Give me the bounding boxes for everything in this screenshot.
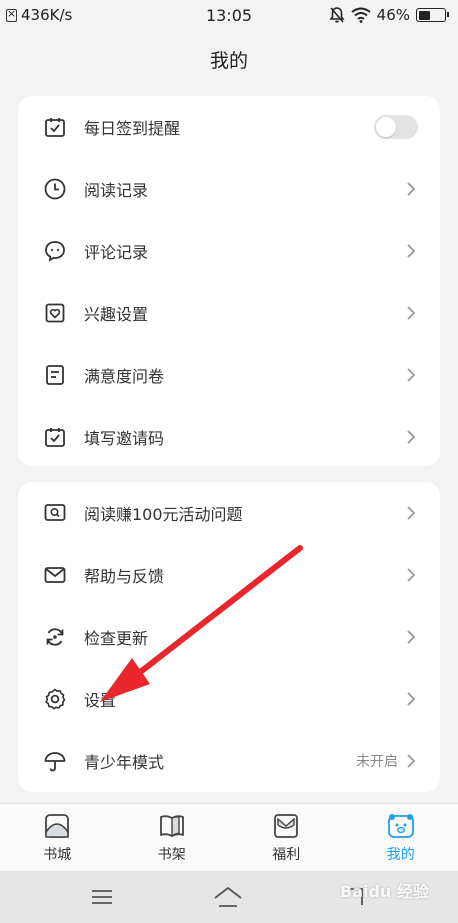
bear-face-icon — [387, 813, 414, 838]
tab-label: 福利 — [272, 846, 301, 863]
chevron-right-icon — [404, 627, 418, 647]
teen-mode-status: 未开启 — [356, 754, 398, 770]
menu-item-settings[interactable]: 设置 — [18, 668, 440, 730]
tab-bookshelf[interactable]: 书架 — [115, 804, 230, 871]
menu-item-label: 兴趣设置 — [84, 305, 149, 324]
menu-item-check-update[interactable]: 检查更新 — [18, 606, 440, 668]
wifi-icon — [351, 7, 371, 23]
menu-item-label: 青少年模式 — [84, 753, 165, 772]
menu-item-checkin-reminder: 每日签到提醒 — [18, 96, 440, 158]
settings-group-1: 每日签到提醒 阅读记录 评论记录 兴趣设置 满意度问卷 填写邀请码 — [18, 96, 440, 466]
clock-icon — [42, 176, 68, 202]
battery-icon — [416, 8, 449, 22]
chevron-right-icon — [404, 565, 418, 585]
menu-item-label: 满意度问卷 — [84, 367, 165, 386]
menu-item-interest-settings[interactable]: 兴趣设置 — [18, 282, 440, 344]
home-icon — [45, 813, 70, 838]
menu-item-help-feedback[interactable]: 帮助与反馈 — [18, 544, 440, 606]
envelope-icon — [274, 813, 299, 838]
menu-item-label: 每日签到提醒 — [84, 119, 181, 138]
baidu-watermark: Baidu 经验 — [340, 882, 429, 901]
menu-item-label: 阅读记录 — [84, 181, 149, 200]
menu-item-label: 设置 — [84, 691, 117, 710]
search-screen-icon — [42, 500, 68, 526]
menu-item-label: 阅读赚100元活动问题 — [84, 505, 243, 524]
checkin-reminder-toggle[interactable] — [374, 115, 418, 139]
chevron-right-icon — [404, 179, 418, 199]
menu-item-teen-mode[interactable]: 青少年模式 未开启 — [18, 730, 440, 792]
page-header: 我的 — [0, 30, 458, 88]
chevron-right-icon — [404, 503, 418, 523]
menu-item-label: 帮助与反馈 — [84, 567, 165, 586]
tab-bookstore[interactable]: 书城 — [0, 804, 115, 871]
battery-percent: 46% — [376, 6, 410, 24]
menu-item-invite-code[interactable]: 填写邀请码 — [18, 406, 440, 468]
mute-bell-icon — [329, 7, 345, 23]
heart-box-icon — [42, 300, 68, 326]
menu-icon[interactable] — [90, 888, 114, 906]
toggle-knob — [376, 117, 396, 137]
menu-item-comment-history[interactable]: 评论记录 — [18, 220, 440, 282]
menu-item-label: 评论记录 — [84, 243, 149, 262]
tab-label: 我的 — [386, 846, 415, 863]
home-button-icon[interactable] — [213, 886, 243, 908]
battery-level — [418, 10, 430, 20]
menu-item-satisfaction-survey[interactable]: 满意度问卷 — [18, 344, 440, 406]
tab-label: 书城 — [43, 846, 72, 863]
chevron-right-icon — [404, 241, 418, 261]
chat-bubble-icon — [42, 238, 68, 264]
calendar-check-icon — [42, 114, 68, 140]
chevron-right-icon — [404, 751, 418, 771]
refresh-icon — [42, 624, 68, 650]
umbrella-icon — [42, 748, 68, 774]
menu-item-label: 填写邀请码 — [84, 429, 165, 448]
chevron-right-icon — [404, 365, 418, 385]
status-bar: 436K/s 13:05 46% — [0, 0, 458, 30]
no-sim-icon — [6, 6, 17, 22]
chevron-right-icon — [404, 427, 418, 447]
document-icon — [42, 362, 68, 388]
menu-item-label: 检查更新 — [84, 629, 149, 648]
mail-icon — [42, 562, 68, 588]
menu-item-reading-history[interactable]: 阅读记录 — [18, 158, 440, 220]
page-title: 我的 — [209, 49, 248, 72]
network-speed: 436K/s — [21, 6, 73, 24]
book-icon — [159, 814, 184, 837]
tab-label: 书架 — [157, 846, 186, 863]
gear-icon — [42, 686, 68, 712]
bottom-tab-bar: 书城 书架 福利 我的 — [0, 803, 458, 871]
calendar-check-icon — [42, 424, 68, 450]
menu-item-reading-reward-faq[interactable]: 阅读赚100元活动问题 — [18, 482, 440, 544]
chevron-right-icon — [404, 689, 418, 709]
tab-mine[interactable]: 我的 — [344, 804, 458, 871]
chevron-right-icon — [404, 303, 418, 323]
settings-group-2: 阅读赚100元活动问题 帮助与反馈 检查更新 设置 青少年模式 未开启 — [18, 482, 440, 792]
tab-welfare[interactable]: 福利 — [229, 804, 344, 871]
